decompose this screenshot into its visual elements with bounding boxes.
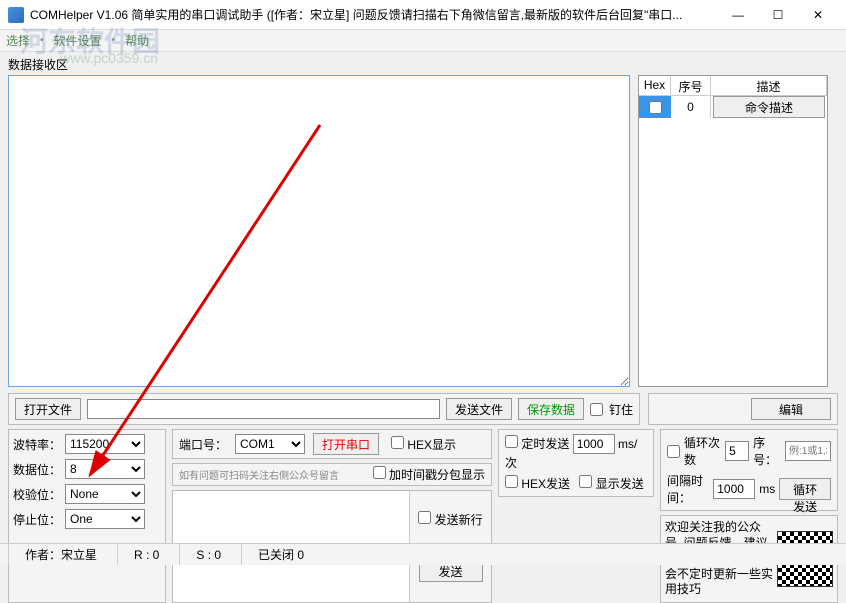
- stopbits-select[interactable]: One: [65, 509, 145, 529]
- timestamp-checkbox[interactable]: [373, 466, 386, 479]
- status-closed: 已关闭 0: [241, 544, 320, 565]
- col-desc: 描述: [711, 76, 827, 95]
- minimize-button[interactable]: —: [718, 1, 758, 29]
- status-tx: S : 0: [179, 544, 237, 565]
- rx-textarea[interactable]: [8, 75, 630, 387]
- parity-select[interactable]: None: [65, 484, 145, 504]
- hex-show-checkbox[interactable]: [391, 436, 404, 449]
- databits-label: 数据位：: [13, 461, 61, 478]
- edit-button[interactable]: 编辑: [751, 398, 831, 420]
- menu-settings[interactable]: 软件设置: [54, 32, 102, 49]
- stopbits-label: 停止位：: [13, 511, 61, 528]
- show-send-checkbox[interactable]: [579, 475, 592, 488]
- loop-send-button[interactable]: 循环发送: [779, 478, 831, 500]
- send-file-button[interactable]: 发送文件: [446, 398, 512, 420]
- pin-checkbox[interactable]: [590, 403, 603, 416]
- save-data-button[interactable]: 保存数据: [518, 398, 584, 420]
- maximize-button[interactable]: ☐: [758, 1, 798, 29]
- menu-help[interactable]: 帮助: [125, 32, 149, 49]
- open-file-button[interactable]: 打开文件: [15, 398, 81, 420]
- databits-select[interactable]: 8: [65, 459, 145, 479]
- port-label: 端口号：: [179, 436, 227, 453]
- send-newline-checkbox[interactable]: [418, 511, 431, 524]
- hint-text: 如有问题可扫码关注右侧公众号留言: [179, 467, 339, 482]
- cmd-desc-button[interactable]: 命令描述: [713, 96, 825, 118]
- file-path-input[interactable]: [87, 399, 440, 419]
- row-seq: 0: [671, 96, 711, 118]
- timed-send-checkbox[interactable]: [505, 435, 518, 448]
- port-select[interactable]: COM1: [235, 434, 305, 454]
- row-hex-checkbox[interactable]: [649, 101, 662, 114]
- interval-input[interactable]: [713, 479, 755, 499]
- status-author: 作者：宋立星: [8, 544, 113, 565]
- baud-select[interactable]: 115200: [65, 434, 145, 454]
- pin-label: 钉住: [609, 401, 633, 418]
- col-seq: 序号: [671, 76, 711, 95]
- col-hex: Hex: [639, 76, 671, 95]
- baud-label: 波特率：: [13, 436, 61, 453]
- status-rx: R : 0: [117, 544, 175, 565]
- table-row: 0 命令描述: [639, 96, 827, 118]
- loop-count-checkbox[interactable]: [667, 445, 680, 458]
- command-table: Hex 序号 描述 0 命令描述: [638, 75, 828, 387]
- open-port-button[interactable]: 打开串口: [313, 433, 379, 455]
- loop-count-input[interactable]: [725, 441, 749, 461]
- seq-input[interactable]: [785, 441, 831, 461]
- app-icon: [8, 7, 24, 23]
- close-button[interactable]: ✕: [798, 1, 838, 29]
- window-title: COMHelper V1.06 简单实用的串口调试助手 ([作者：宋立星] 问题…: [30, 6, 718, 23]
- rx-area-label: 数据接收区: [8, 56, 838, 73]
- timed-ms-input[interactable]: [573, 434, 615, 454]
- parity-label: 校验位：: [13, 486, 61, 503]
- menu-select[interactable]: 选择: [6, 32, 30, 49]
- hex-send-checkbox[interactable]: [505, 475, 518, 488]
